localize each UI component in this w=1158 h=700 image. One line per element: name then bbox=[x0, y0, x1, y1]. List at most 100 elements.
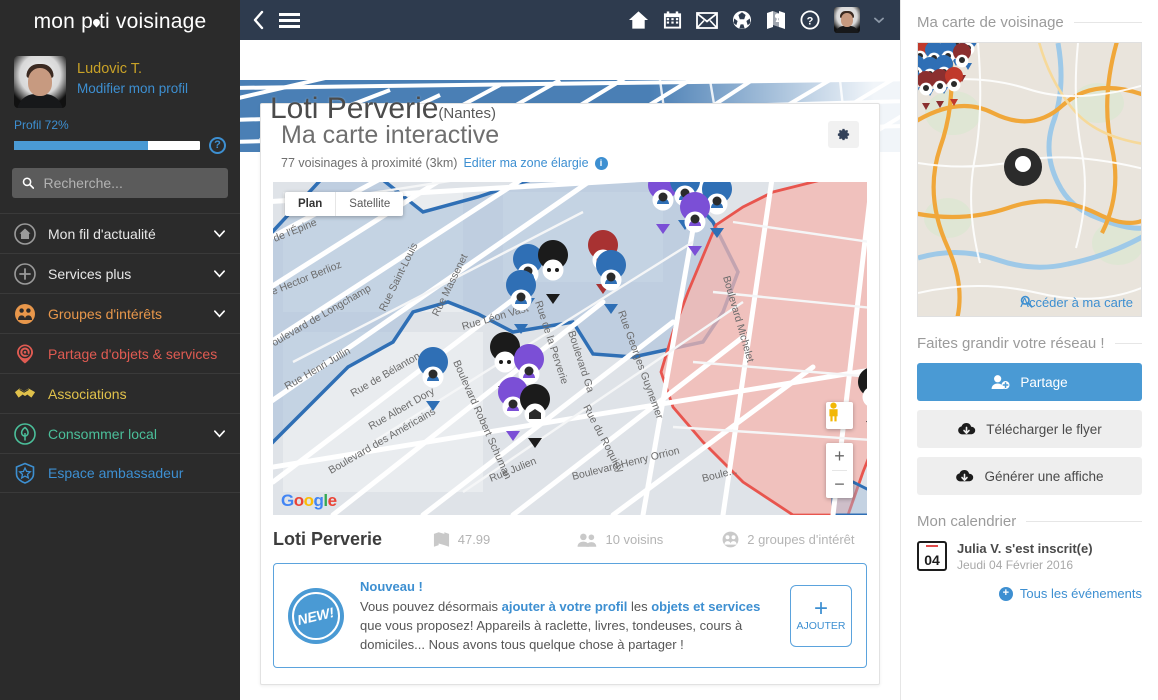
main-content: ? Loti Perverie(Nantes) Ma carte interac… bbox=[240, 0, 900, 700]
home-icon[interactable] bbox=[628, 10, 649, 30]
progress-fill bbox=[14, 141, 148, 150]
sidebar-item-mon-fil-d-actualit[interactable]: Mon fil d'actualité bbox=[0, 213, 240, 253]
sidebar-item-espace-ambassadeur[interactable]: Espace ambassadeur bbox=[0, 453, 240, 493]
sidebar-item-groupes-d-int-r-ts[interactable]: Groupes d'intérêts bbox=[0, 293, 240, 333]
settings-gear-button[interactable] bbox=[828, 121, 859, 148]
sidebar-item-partage-d-objets-services[interactable]: Partage d'objets & services bbox=[0, 333, 240, 373]
envelope-icon[interactable] bbox=[696, 11, 718, 29]
map-zoom-controls[interactable]: + − bbox=[826, 443, 853, 498]
notice-title: Nouveau ! bbox=[360, 579, 423, 594]
progress-bar bbox=[14, 141, 200, 150]
google-logo-g2: g bbox=[313, 491, 324, 510]
sidebar-item-label: Associations bbox=[48, 385, 127, 402]
svg-text:?: ? bbox=[807, 16, 814, 28]
share-button[interactable]: Partage bbox=[917, 363, 1142, 401]
zoom-in-button[interactable]: + bbox=[826, 443, 853, 470]
calendar-event[interactable]: 04 Julia V. s'est inscrit(e) Jeudi 04 Fé… bbox=[917, 541, 1142, 572]
chevron-down-icon[interactable] bbox=[874, 17, 884, 24]
globe-icon[interactable] bbox=[732, 10, 752, 30]
neighbourhood-stats: Loti Perverie 47.99 10 voisins 2 groupes… bbox=[261, 515, 879, 563]
page-title-sub: (Nantes) bbox=[438, 105, 496, 122]
chevron-down-icon bbox=[214, 430, 225, 438]
info-icon[interactable]: i bbox=[594, 156, 608, 170]
notice-body: Nouveau ! Vous pouvez désormais ajouter … bbox=[360, 577, 774, 654]
all-events-link[interactable]: + Tous les événements bbox=[917, 586, 1142, 601]
search-input[interactable] bbox=[43, 175, 218, 191]
google-logo: Google bbox=[281, 491, 337, 511]
street-view-pegman[interactable] bbox=[826, 402, 853, 429]
help-circle-icon[interactable]: ? bbox=[800, 10, 820, 30]
handshake-icon bbox=[14, 383, 36, 405]
access-my-map-link[interactable]: Accéder à ma carte bbox=[1020, 295, 1133, 310]
google-logo-g1: G bbox=[281, 491, 294, 510]
user-avatar[interactable] bbox=[834, 7, 860, 33]
users-icon bbox=[578, 533, 597, 547]
map-type-satellite[interactable]: Satellite bbox=[336, 192, 403, 216]
search-box[interactable] bbox=[12, 168, 228, 198]
add-button[interactable]: + AJOUTER bbox=[790, 584, 852, 647]
top-bar: ? bbox=[240, 0, 900, 40]
sidebar-item-consommer-local[interactable]: Consommer local bbox=[0, 413, 240, 453]
map-canvas: de l'Épine e Hector Berlioz Rue Saint-Lo… bbox=[273, 182, 867, 515]
share-button-label: Partage bbox=[1020, 374, 1068, 390]
mini-map-title: Ma carte de voisinage bbox=[917, 14, 1064, 31]
scroll-area: Loti Perverie(Nantes) Ma carte interacti… bbox=[240, 40, 900, 700]
avatar[interactable] bbox=[14, 56, 66, 108]
map-icon[interactable] bbox=[766, 10, 786, 30]
group-icon bbox=[722, 531, 739, 548]
edit-profile-link[interactable]: Modifier mon profil bbox=[77, 81, 188, 96]
mini-map-section-header: Ma carte de voisinage bbox=[917, 14, 1142, 31]
generate-poster-button[interactable]: Générer une affiche bbox=[917, 457, 1142, 495]
search-icon bbox=[22, 177, 35, 189]
tree-circle-icon bbox=[14, 422, 36, 445]
calendar-icon[interactable] bbox=[663, 10, 682, 30]
app-root: mon p ti voisinage Ludovic T. Modifier mo… bbox=[0, 0, 1158, 700]
help-icon[interactable]: ? bbox=[209, 137, 226, 154]
brand-logo[interactable]: mon p ti voisinage bbox=[0, 0, 240, 44]
download-flyer-button[interactable]: Télécharger le flyer bbox=[917, 410, 1142, 448]
interactive-map[interactable]: de l'Épine e Hector Berlioz Rue Saint-Lo… bbox=[273, 182, 867, 515]
notice-text: Vous pouvez désormais ajouter à votre pr… bbox=[360, 597, 774, 654]
notice-text-2: les bbox=[627, 599, 652, 614]
google-logo-o1: o bbox=[293, 491, 304, 510]
map-area-icon bbox=[433, 532, 449, 547]
hamburger-menu-icon[interactable] bbox=[279, 12, 300, 29]
chevron-down-icon[interactable] bbox=[213, 307, 226, 320]
chevron-left-icon[interactable] bbox=[252, 10, 265, 30]
event-title: Julia V. s'est inscrit(e) bbox=[957, 541, 1093, 556]
download-flyer-label: Télécharger le flyer bbox=[986, 421, 1102, 437]
new-badge-label: NEW! bbox=[296, 603, 336, 628]
left-sidebar: mon p ti voisinage Ludovic T. Modifier mo… bbox=[0, 0, 240, 700]
brand-part1: mon p bbox=[33, 10, 93, 33]
download-cloud-icon bbox=[956, 470, 974, 482]
map-type-switch[interactable]: Plan Satellite bbox=[285, 192, 404, 216]
notice-bold-2: objets et services bbox=[651, 599, 761, 614]
stat-groups-value: 2 groupes d'intérêt bbox=[747, 532, 855, 547]
sidebar-nav: Mon fil d'actualité Services plus Groupes … bbox=[0, 213, 240, 493]
notice-text-1: Vous pouvez désormais bbox=[360, 599, 502, 614]
zoom-out-button[interactable]: − bbox=[826, 471, 853, 498]
chevron-down-icon[interactable] bbox=[213, 427, 226, 440]
chevron-down-icon[interactable] bbox=[213, 267, 226, 280]
mini-map[interactable]: Accéder à ma carte bbox=[917, 42, 1142, 317]
calendar-day: 04 bbox=[924, 552, 940, 568]
add-plus-icon: + bbox=[813, 595, 828, 622]
map-type-plan[interactable]: Plan bbox=[285, 192, 335, 216]
profile-progress: Profil 72% ? bbox=[0, 112, 240, 154]
edit-zone-link[interactable]: Editer ma zone élargie bbox=[463, 156, 588, 170]
notice-bold-1: ajouter à votre profil bbox=[501, 599, 628, 614]
page-title: Loti Perverie(Nantes) bbox=[270, 92, 496, 126]
chevron-down-icon bbox=[214, 270, 225, 278]
sidebar-item-associations[interactable]: Associations bbox=[0, 373, 240, 413]
brand-part2: ti voisinage bbox=[98, 10, 207, 33]
sidebar-item-label: Partage d'objets & services bbox=[48, 345, 218, 362]
sidebar-item-services-plus[interactable]: Services plus bbox=[0, 253, 240, 293]
chevron-down-icon[interactable] bbox=[213, 227, 226, 240]
page-title-text: Loti Perverie bbox=[270, 92, 439, 125]
access-my-map-label: Accéder à ma carte bbox=[1020, 295, 1133, 310]
sidebar-item-label: Services plus bbox=[48, 265, 132, 282]
google-logo-e: e bbox=[327, 491, 337, 510]
calendar-title: Mon calendrier bbox=[917, 513, 1017, 530]
card-subtitle-text: 77 voisinages à proximité (3km) bbox=[281, 156, 458, 170]
stat-area-value: 47.99 bbox=[457, 532, 491, 547]
